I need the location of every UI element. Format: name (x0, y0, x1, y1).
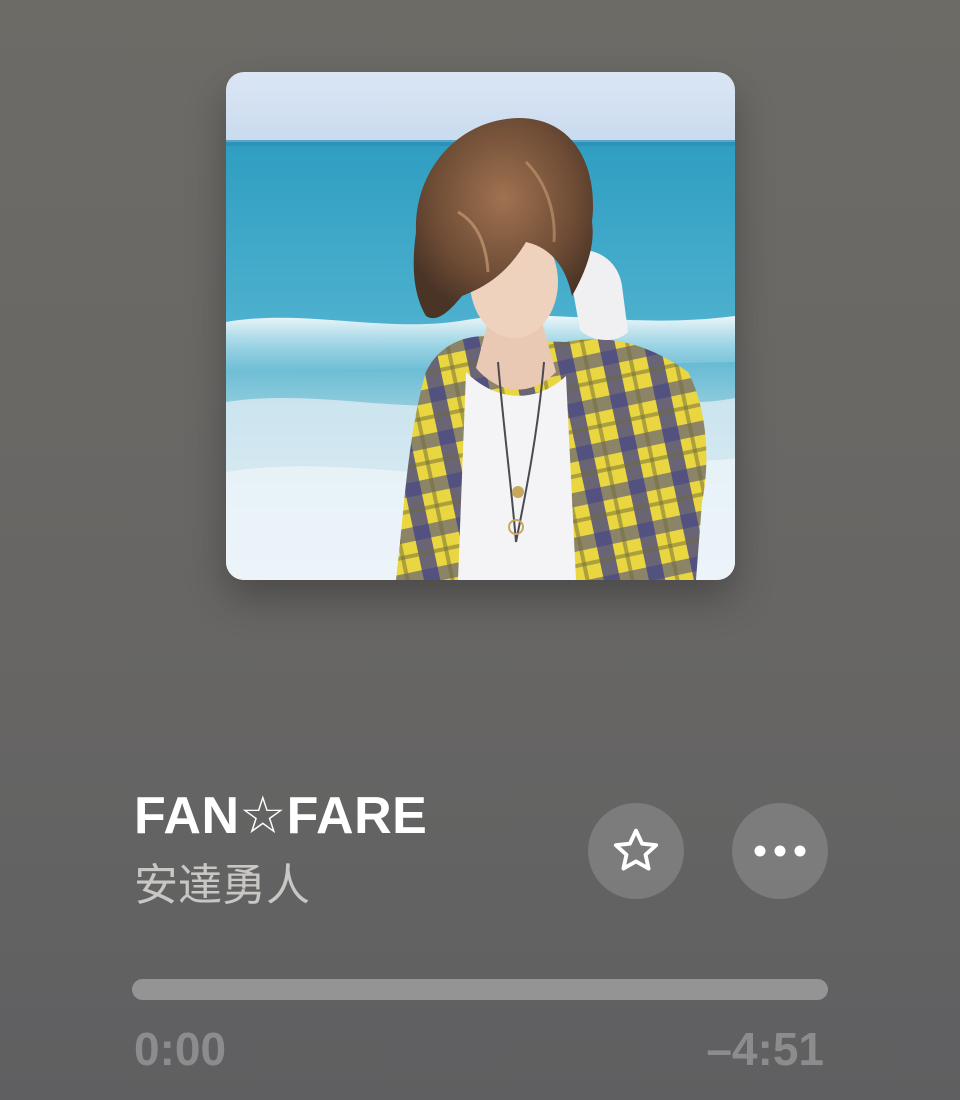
playback-progress-bar[interactable] (132, 979, 828, 1000)
ellipsis-icon (752, 844, 808, 858)
star-outline-icon (610, 825, 662, 877)
album-artwork-image (226, 72, 735, 580)
favorite-button[interactable] (588, 803, 684, 899)
album-artwork (226, 72, 735, 580)
remaining-time: –4:51 (706, 1023, 824, 1075)
track-artist[interactable]: 安達勇人 (134, 856, 310, 916)
more-options-button[interactable] (732, 803, 828, 899)
track-title: FAN☆FARE (134, 787, 428, 845)
elapsed-time: 0:00 (134, 1023, 227, 1075)
